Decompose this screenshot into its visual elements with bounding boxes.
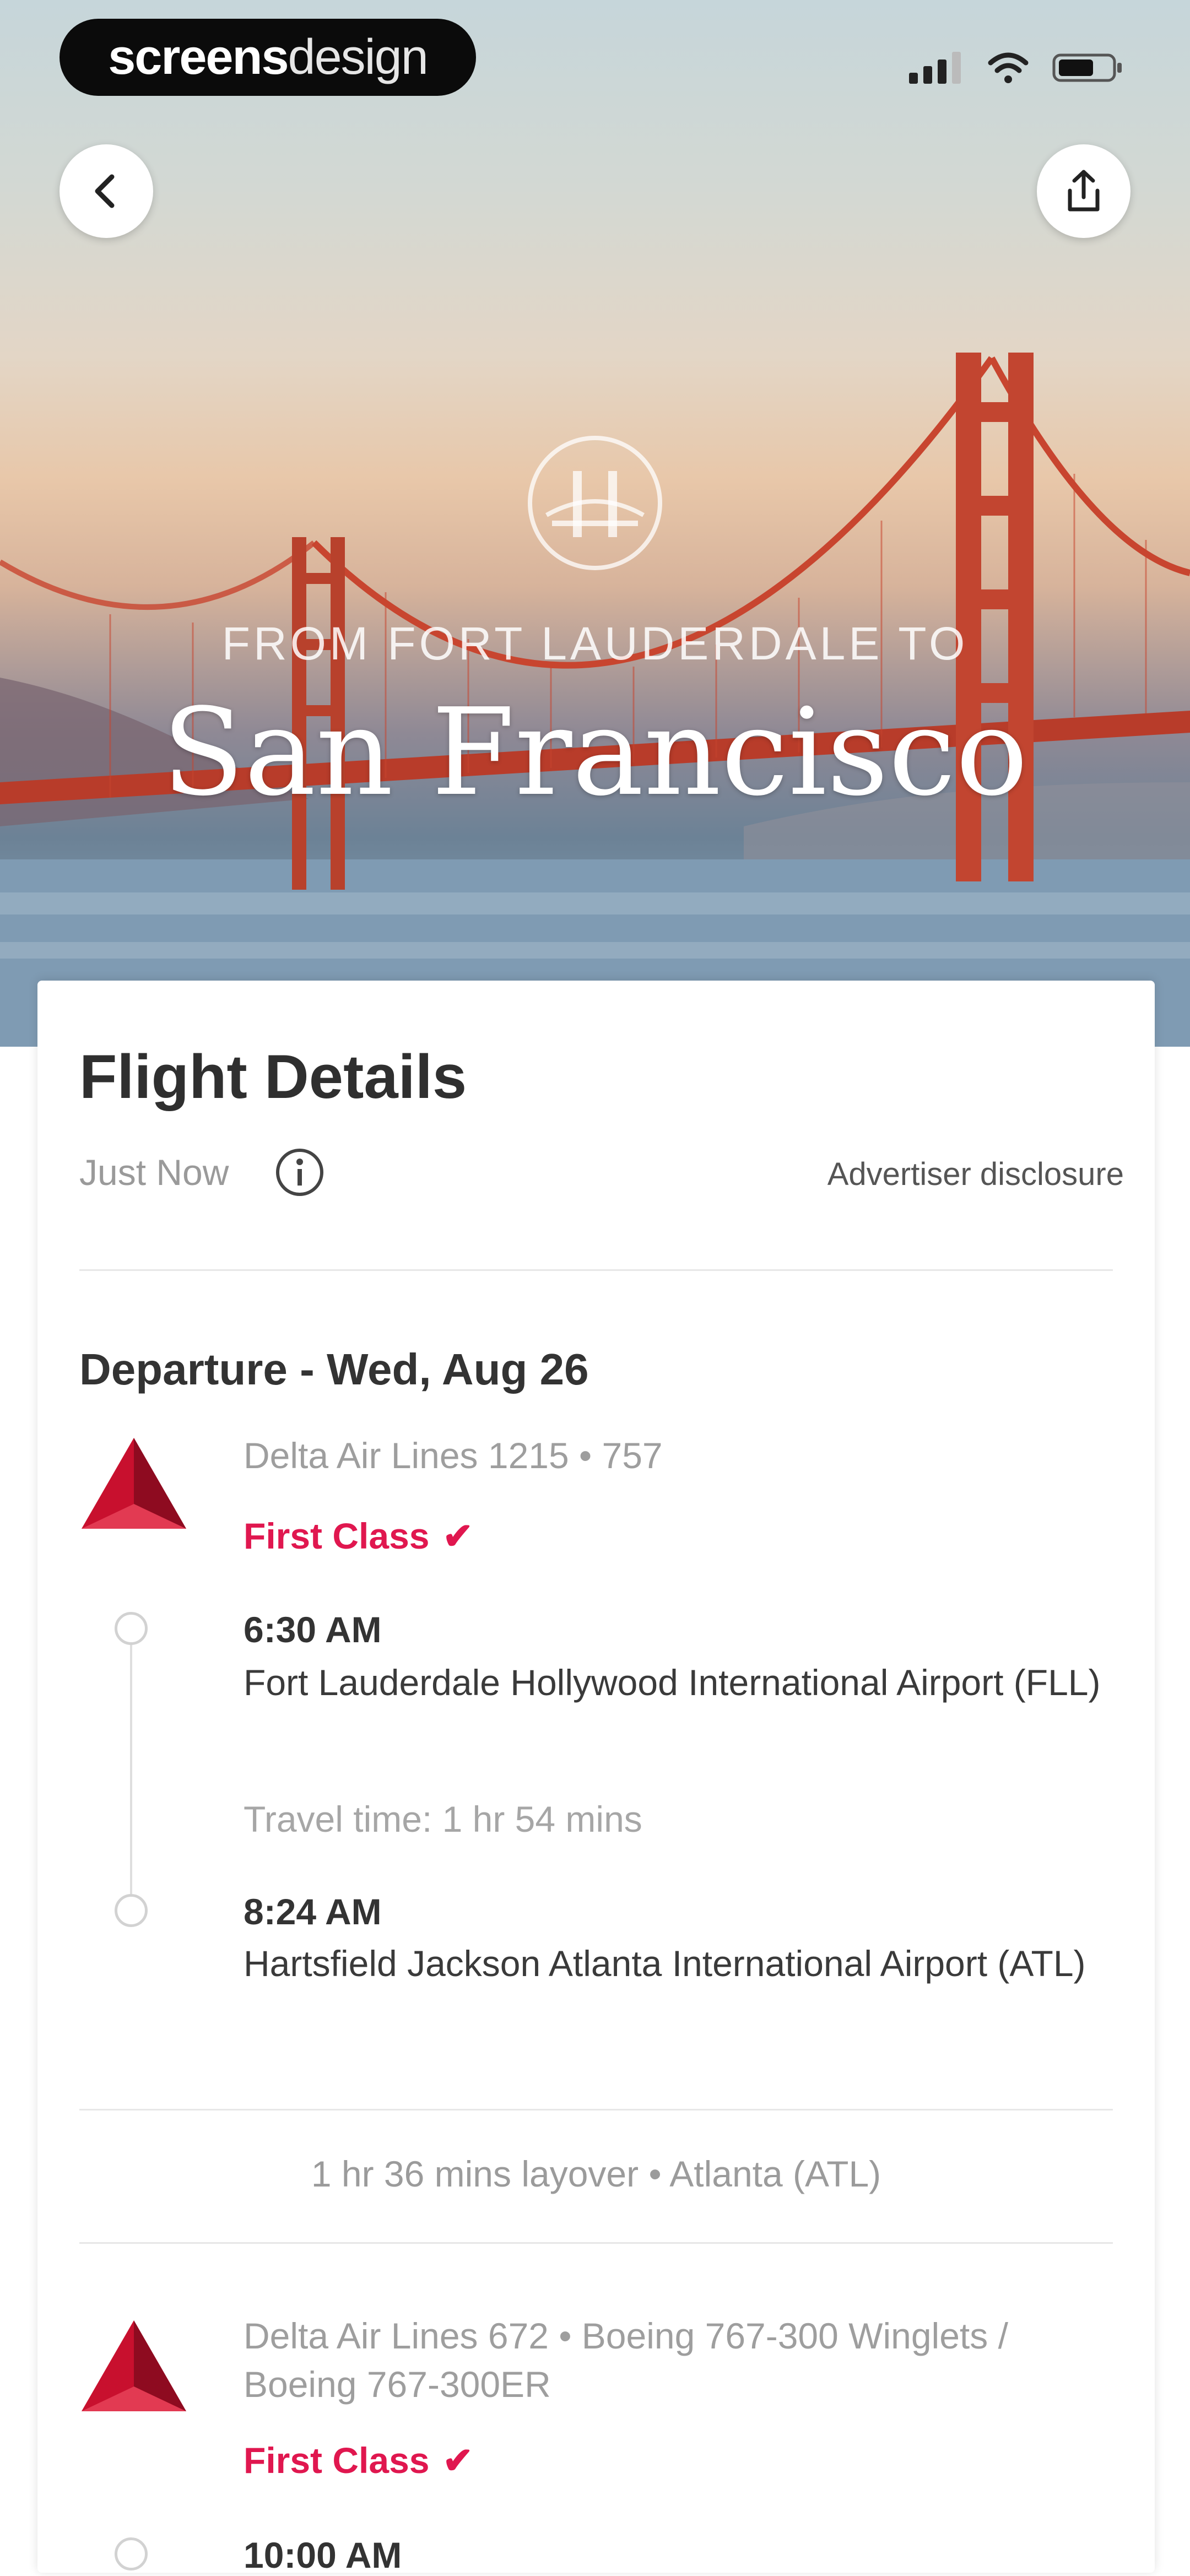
divider	[79, 1269, 1113, 1271]
delta-logo-icon	[82, 2320, 186, 2411]
hero-destination-city: San Francisco	[162, 683, 1028, 822]
advertiser-disclosure-link[interactable]: Advertiser disclosure	[827, 1156, 1124, 1193]
departure-heading: Departure - Wed, Aug 26	[79, 1345, 589, 1394]
segment-1-cabin: First Class ✔	[244, 1516, 473, 1556]
checkmark-icon: ✔	[442, 2440, 473, 2481]
wifi-icon	[988, 52, 1029, 83]
timeline-dot	[115, 1612, 148, 1645]
timeline-line	[130, 1639, 132, 1901]
battery-icon	[1052, 53, 1122, 82]
page-title: Flight Details	[79, 1042, 467, 1111]
segment-1-arrive-airport: Hartsfield Jackson Atlanta International…	[244, 1943, 1086, 1984]
chevron-left-icon	[95, 174, 115, 208]
segment-1-flight: Delta Air Lines 1215 • 757	[244, 1435, 663, 1476]
segment-2-depart-time: 10:00 AM	[244, 2535, 402, 2575]
segment-1-arrive-time: 8:24 AM	[244, 1891, 382, 1932]
hero-origin-line: FROM FORT LAUDERDALE TO	[221, 618, 969, 669]
info-icon[interactable]	[274, 1147, 325, 1198]
delta-logo-icon	[82, 1438, 186, 1529]
signal-icon	[909, 52, 961, 84]
flight-details-card: Flight Details Just Now Advertiser discl…	[37, 981, 1155, 2575]
segment-1-travel-time: Travel time: 1 hr 54 mins	[244, 1799, 642, 1839]
hero-banner: screens design FROM FORT LAUDERDALE TO S…	[0, 0, 1190, 1047]
segment-1-depart-time: 6:30 AM	[244, 1609, 382, 1650]
divider	[79, 2109, 1113, 2110]
segment-2-cabin: First Class ✔	[244, 2440, 473, 2481]
checkmark-icon: ✔	[442, 1516, 473, 1556]
share-icon	[1068, 170, 1100, 212]
back-button[interactable]	[60, 144, 153, 238]
timeline-dot	[115, 1894, 148, 1927]
divider	[79, 2242, 1113, 2244]
share-button[interactable]	[1037, 144, 1130, 238]
segment-1-depart-airport: Fort Lauderdale Hollywood International …	[244, 1662, 1101, 1703]
layover-info: 1 hr 36 mins layover • Atlanta (ATL)	[311, 2153, 881, 2194]
screensdesign-logo: screens design	[60, 19, 476, 96]
timeline-dot	[115, 2537, 148, 2570]
destination-emblem-icon	[528, 436, 662, 570]
updated-timestamp: Just Now	[79, 1152, 229, 1193]
status-bar	[909, 51, 1124, 84]
segment-2-flight: Delta Air Lines 672 • Boeing 767-300 Win…	[244, 2315, 1008, 2405]
